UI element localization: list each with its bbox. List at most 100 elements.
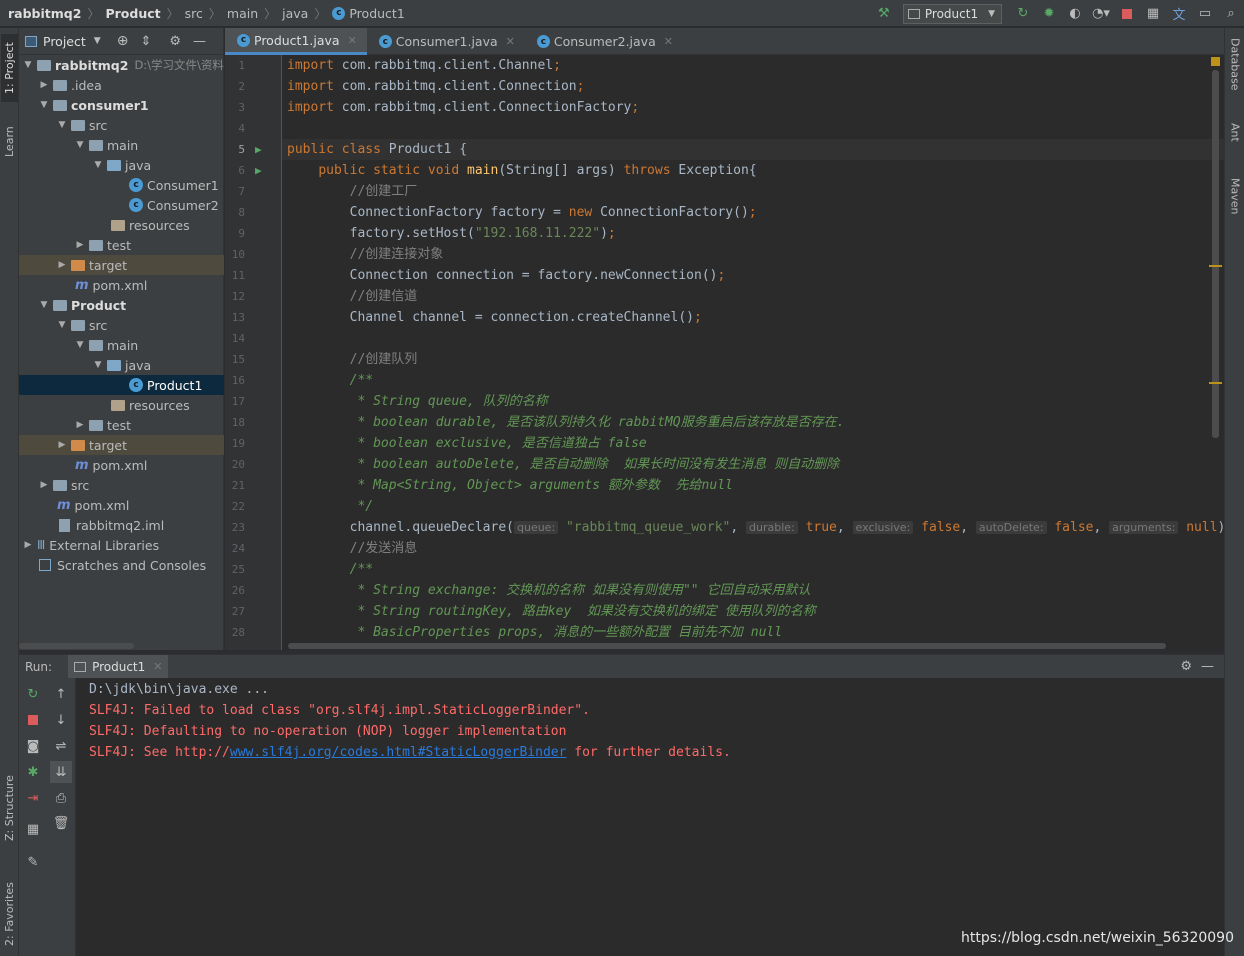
tree-item-scratches[interactable]: Scratches and Consoles: [19, 555, 224, 575]
tree-item-target[interactable]: ▶ target: [19, 435, 224, 455]
project-view-title[interactable]: Project: [43, 34, 86, 49]
tree-item-src[interactable]: ▶ src: [19, 475, 224, 495]
run-configuration-select[interactable]: Product1 ▼: [902, 3, 1002, 24]
project-horizontal-scrollbar[interactable]: [19, 643, 134, 649]
project-tool-tab[interactable]: 1: Project: [1, 34, 18, 102]
debug-bug-icon[interactable]: ✹: [1038, 4, 1060, 24]
breadcrumb-main[interactable]: main: [227, 6, 258, 21]
left-tool-strip: 1: Project Learn Z: Structure 2: Favorit…: [0, 28, 19, 956]
tree-item-consumer1-class[interactable]: c Consumer1: [19, 175, 224, 195]
trash-icon[interactable]: 🗑: [53, 815, 70, 831]
learn-tool-tab[interactable]: Learn: [1, 118, 18, 166]
tree-item-idea[interactable]: ▶ .idea: [19, 75, 224, 95]
maven-file-icon: m: [75, 457, 89, 473]
tree-item-product1-class[interactable]: c Product1: [19, 375, 224, 395]
minimize-icon[interactable]: —: [1201, 659, 1214, 674]
tree-item-java[interactable]: ▼ java: [19, 355, 224, 375]
tree-item-pom[interactable]: m pom.xml: [19, 275, 224, 295]
arrow-down-icon[interactable]: ↓: [53, 712, 69, 728]
class-icon: c: [237, 33, 250, 47]
close-icon[interactable]: ✕: [153, 660, 162, 673]
stop-icon[interactable]: [1116, 4, 1138, 24]
close-icon[interactable]: ✕: [506, 35, 515, 48]
soft-wrap-icon[interactable]: ⇌: [53, 738, 69, 754]
tree-item-resources[interactable]: resources: [19, 215, 224, 235]
tree-item-resources[interactable]: resources: [19, 395, 224, 415]
tree-item-external-libraries[interactable]: ▶ Ⅲ External Libraries: [19, 535, 224, 555]
editor-horizontal-scrollbar[interactable]: [288, 643, 1166, 649]
camera-icon[interactable]: ◙: [25, 738, 41, 754]
console-link[interactable]: www.slf4j.org/codes.html#StaticLoggerBin…: [230, 745, 567, 760]
tree-item-src[interactable]: ▼ src: [19, 115, 224, 135]
breadcrumb-src[interactable]: src: [185, 6, 203, 21]
tree-item-main[interactable]: ▼ main: [19, 135, 224, 155]
arrow-up-icon[interactable]: ↑: [53, 686, 69, 702]
run-tab[interactable]: Product1 ✕: [68, 654, 169, 679]
translate-icon[interactable]: 文: [1168, 4, 1190, 24]
line-number: 23: [231, 521, 245, 534]
tree-item-test[interactable]: ▶ test: [19, 235, 224, 255]
tree-item-iml[interactable]: rabbitmq2.iml: [19, 515, 224, 535]
profile-icon[interactable]: ◔▾: [1090, 4, 1112, 24]
ant-tool-tab[interactable]: Ant: [1227, 123, 1243, 163]
inspection-status-icon[interactable]: [1211, 57, 1220, 66]
tree-item-label: src: [89, 117, 108, 133]
tree-item-pom[interactable]: m pom.xml: [19, 495, 224, 515]
tree-item-main[interactable]: ▼ main: [19, 335, 224, 355]
structure-tool-tab[interactable]: Z: Structure: [1, 763, 18, 853]
gear-icon[interactable]: ⚙: [1180, 659, 1192, 674]
tab-consumer1-java[interactable]: c Consumer1.java ✕: [367, 28, 525, 55]
tree-item-src[interactable]: ▼ src: [19, 315, 224, 335]
breadcrumb-class[interactable]: Product1: [349, 6, 404, 21]
tree-item-pom[interactable]: m pom.xml: [19, 455, 224, 475]
search-icon[interactable]: ⌕: [1220, 4, 1242, 24]
locate-icon[interactable]: ⊕: [117, 33, 129, 49]
tree-item-label: java: [125, 157, 152, 173]
layout-icon[interactable]: ▭: [1194, 4, 1216, 24]
warning-marker[interactable]: [1209, 265, 1222, 267]
layout-icon[interactable]: ▦: [25, 821, 41, 837]
run-console[interactable]: D:\jdk\bin\java.exe ... SLF4J: Failed to…: [76, 678, 1224, 956]
minimize-icon[interactable]: —: [193, 34, 206, 49]
rerun-icon[interactable]: ↻: [1012, 4, 1034, 24]
exit-icon[interactable]: ⇥: [25, 790, 41, 806]
tree-item-test[interactable]: ▶ test: [19, 415, 224, 435]
build-hammer-icon[interactable]: ⚒: [873, 4, 895, 24]
pin-icon[interactable]: ✎: [25, 854, 41, 870]
chevron-down-icon[interactable]: ▼: [94, 36, 101, 46]
maven-tool-tab[interactable]: Maven: [1227, 178, 1243, 238]
warning-marker[interactable]: [1209, 382, 1222, 384]
favorites-tool-tab[interactable]: 2: Favorites: [1, 864, 18, 956]
coverage-icon[interactable]: ◐: [1064, 4, 1086, 24]
close-icon[interactable]: ✕: [664, 35, 673, 48]
gear-icon[interactable]: ⚙: [169, 34, 181, 49]
collapse-all-icon[interactable]: ⇕: [140, 34, 151, 49]
run-method-icon[interactable]: ▶: [255, 164, 262, 177]
print-icon[interactable]: ⎙: [53, 790, 69, 806]
tree-item-label: src: [71, 477, 90, 493]
tree-item-rabbitmq2[interactable]: ▼ rabbitmq2 D:\学习文件\资料: [19, 55, 224, 75]
tab-consumer2-java[interactable]: c Consumer2.java ✕: [525, 28, 683, 55]
tree-item-product[interactable]: ▼ Product: [19, 295, 224, 315]
rerun-icon[interactable]: ↻: [25, 686, 41, 702]
close-icon[interactable]: ✕: [348, 34, 357, 47]
stop-icon[interactable]: [25, 712, 41, 728]
line-number: 26: [231, 584, 245, 597]
tree-item-consumer2-class[interactable]: c Consumer2: [19, 195, 224, 215]
run-class-icon[interactable]: ▶: [255, 143, 262, 156]
tree-item-consumer1[interactable]: ▼ consumer1: [19, 95, 224, 115]
favorites-tool-tab-label: 2: Favorites: [3, 882, 16, 946]
chevron-down-icon: ▼: [988, 8, 995, 19]
scroll-to-end-icon[interactable]: ⇊: [50, 761, 72, 783]
tree-item-java[interactable]: ▼ java: [19, 155, 224, 175]
tree-item-target[interactable]: ▶ target: [19, 255, 224, 275]
tree-item-label: src: [89, 317, 108, 333]
breadcrumb-java[interactable]: java: [282, 6, 308, 21]
project-structure-icon[interactable]: ▦: [1142, 4, 1164, 24]
breadcrumb-module[interactable]: Product: [105, 6, 160, 21]
restore-layout-icon[interactable]: ✱: [25, 764, 41, 780]
breadcrumb-project[interactable]: rabbitmq2: [8, 6, 81, 21]
code-editor[interactable]: 1 2 3 4 5 6 7 8 9 10 11 12 13 14 15 16 1…: [225, 55, 1224, 650]
database-tool-tab[interactable]: Database: [1227, 38, 1243, 118]
tab-product1-java[interactable]: c Product1.java ✕: [225, 28, 367, 55]
